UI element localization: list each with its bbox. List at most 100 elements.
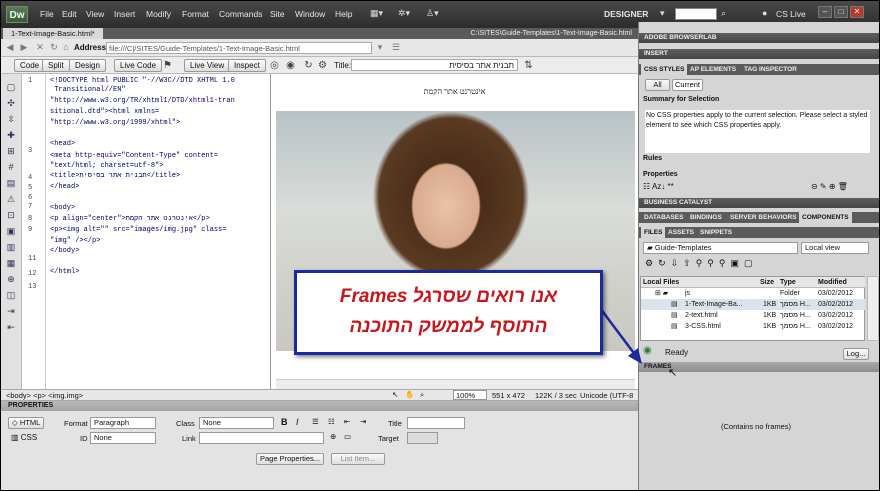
css-all-button[interactable]: All [645, 79, 670, 91]
menu-site[interactable]: Site [270, 9, 285, 19]
zoom-select[interactable]: 100% [453, 390, 487, 400]
tab-files[interactable]: FILES [641, 227, 666, 238]
refresh-design-icon[interactable]: ↻ [302, 59, 315, 72]
user-icon[interactable]: ♙▾ [426, 8, 439, 19]
split-view-button[interactable]: Split [42, 59, 70, 72]
open-documents-icon[interactable]: ▢ [5, 82, 17, 93]
tab-components[interactable]: COMPONENTS [799, 212, 852, 223]
title-input[interactable] [407, 417, 465, 429]
insert-header[interactable]: INSERT [639, 49, 880, 59]
link-input[interactable] [199, 432, 324, 444]
back-icon[interactable]: ◀ [4, 42, 16, 53]
collapse-selection-icon[interactable]: ⇳ [5, 114, 17, 125]
collapse-tag-icon[interactable]: ✣ [5, 98, 17, 109]
list-item-button[interactable]: List Item... [331, 453, 385, 465]
link-point-icon[interactable]: ⊕ [330, 432, 336, 441]
tab-databases[interactable]: DATABASES [641, 212, 686, 223]
files-scrollbar[interactable] [867, 276, 879, 341]
browser-check-icon[interactable]: ⚙ [316, 59, 329, 72]
address-dropdown-icon[interactable]: ▾ [374, 42, 386, 53]
file-row[interactable]: ▤ 1-Text-Image-Ba... 1KB מסמך H... 03/02… [641, 299, 865, 310]
code-view[interactable]: 1 3 4 5 6 7 8 9 11 12 13 <!DOCTYPE html … [22, 74, 271, 389]
workspace-switcher[interactable]: DESIGNER [604, 9, 648, 19]
css-current-button[interactable]: Current [672, 79, 703, 91]
menu-modify[interactable]: Modify [146, 9, 171, 19]
design-view-button[interactable]: Design [69, 59, 106, 72]
window-size[interactable]: 551 x 472 [492, 391, 525, 400]
indent-icon[interactable]: ⇥ [5, 306, 17, 317]
bold-button[interactable]: B [281, 417, 288, 427]
address-input[interactable]: file:///C|/SITES/Guide-Templates/1-Text-… [106, 42, 372, 54]
class-select[interactable]: None [199, 417, 274, 429]
format-select[interactable]: Paragraph [90, 417, 156, 429]
outdent-text-icon[interactable]: ⇤ [344, 417, 350, 426]
menu-insert[interactable]: Insert [114, 9, 135, 19]
view-select[interactable]: Local view [801, 242, 869, 254]
tab-assets[interactable]: ASSETS [665, 227, 697, 238]
close-icon[interactable]: ✕ [850, 6, 864, 18]
expand-all-icon[interactable]: ✚ [5, 130, 17, 141]
tag-selector[interactable]: <body> <p> <img.img> [6, 391, 83, 400]
refresh-icon[interactable]: ↻ [48, 42, 60, 53]
files-list[interactable]: Local Files Size Type Modified ⊞ ▰ js Fo… [640, 276, 865, 341]
browserlab-header[interactable]: ADOBE BROWSERLAB [639, 33, 880, 43]
workspace-dropdown-icon[interactable]: ▾ [660, 8, 665, 19]
menu-file[interactable]: File [40, 9, 54, 19]
maximize-icon[interactable]: □ [834, 6, 848, 18]
html-mode-button[interactable]: ◇ HTML [8, 417, 44, 429]
tab-ap-elements[interactable]: AP ELEMENTS [687, 64, 739, 75]
file-row[interactable]: ⊞ ▰ js Folder 03/02/2012 [641, 288, 865, 299]
file-row[interactable]: ▤ 2-text.html 1KB מסמך H... 03/02/2012 [641, 310, 865, 321]
css-mode-button[interactable]: ▥ CSS [11, 433, 37, 442]
apply-comment-icon[interactable]: ▣ [5, 226, 17, 237]
move-css-icon[interactable]: ◫ [5, 290, 17, 301]
target-select[interactable] [407, 432, 438, 444]
id-select[interactable]: None [90, 432, 156, 444]
tab-tag-inspector[interactable]: TAG INSPECTOR [741, 64, 800, 75]
select-tool-icon[interactable]: ↖ [392, 390, 398, 399]
col-modified[interactable]: Modified [818, 277, 847, 288]
col-type[interactable]: Type [780, 277, 796, 288]
minimize-icon[interactable]: – [818, 6, 832, 18]
css-action-icons[interactable]: ⊝ ✎ ⊕ 🗑 [811, 182, 848, 191]
menu-window[interactable]: Window [295, 9, 325, 19]
forward-icon[interactable]: ▶ [18, 42, 30, 53]
unordered-list-icon[interactable]: ☰ [312, 417, 319, 426]
document-title-input[interactable]: תבנית אתר בסיסית [351, 59, 518, 71]
indent-text-icon[interactable]: ⇥ [360, 417, 366, 426]
file-row[interactable]: ▤ 3-CSS.html 1KB מסמך H... 03/02/2012 [641, 321, 865, 332]
col-size[interactable]: Size [760, 277, 774, 288]
document-tab[interactable]: 1-Text-Image-Basic.html* [3, 28, 103, 39]
menu-view[interactable]: View [86, 9, 104, 19]
site-select[interactable]: ▰ Guide-Templates [643, 242, 798, 254]
menu-help[interactable]: Help [335, 9, 352, 19]
log-button[interactable]: Log... [843, 348, 869, 360]
address-menu-icon[interactable]: ☰ [390, 42, 402, 53]
file-management-icon[interactable]: ⇅ [522, 59, 535, 72]
css-view-icons[interactable]: ☷ Az↓ ** [643, 182, 674, 191]
files-toolbar-icons[interactable]: ⚙↻⇩⇧⚲⚲⚲▣▢ [645, 258, 757, 269]
menu-commands[interactable]: Commands [219, 9, 262, 19]
live-view-button[interactable]: Live View [184, 59, 231, 72]
outdent-icon[interactable]: ⇤ [5, 322, 17, 333]
ordered-list-icon[interactable]: ☷ [328, 417, 335, 426]
page-properties-button[interactable]: Page Properties... [256, 453, 324, 465]
tab-snippets[interactable]: SNIPPETS [697, 227, 735, 238]
business-catalyst-header[interactable]: BUSINESS CATALYST [639, 198, 880, 208]
recent-snippets-icon[interactable]: ⊕ [5, 274, 17, 285]
properties-header[interactable]: PROPERTIES [0, 401, 638, 411]
hand-tool-icon[interactable]: ✋ [405, 390, 414, 399]
code-view-button[interactable]: Code [14, 59, 46, 72]
highlight-invalid-icon[interactable]: ⚠ [5, 194, 17, 205]
home-icon[interactable]: ⌂ [60, 42, 72, 53]
balance-braces-icon[interactable]: # [5, 162, 17, 173]
col-local-files[interactable]: Local Files [643, 277, 679, 288]
select-parent-tag-icon[interactable]: ⊞ [5, 146, 17, 157]
search-icon[interactable]: ⌕ [721, 8, 726, 19]
browse-folder-icon[interactable]: ▭ [344, 432, 351, 441]
visual-aids-icon[interactable]: ◉ [284, 59, 297, 72]
gear-icon[interactable]: ✲▾ [398, 8, 410, 19]
tab-css-styles[interactable]: CSS STYLES [641, 64, 688, 75]
layout-icon[interactable]: ▦▾ [370, 8, 383, 19]
inspect-mode-icon[interactable]: ⚑ [161, 59, 174, 72]
